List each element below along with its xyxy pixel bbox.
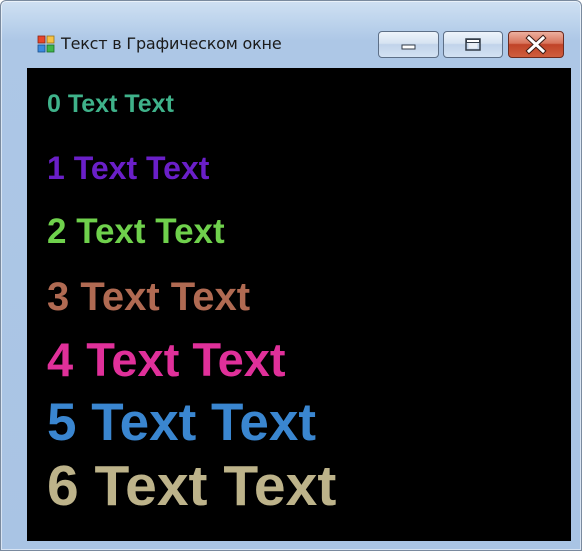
text-line-4: 4 Text Text [47,333,286,386]
close-icon [525,34,547,55]
text-line-3: 3 Text Text [47,275,251,319]
text-line-5: 5 Text Text [47,393,317,452]
window-title: Текст в Графическом окне [61,34,282,53]
app-window: Текст в Графическом окне 0 Text Text 1 T… [0,0,582,551]
maximize-button[interactable] [443,31,503,58]
graphics-canvas: 0 Text Text 1 Text Text 2 Text Text 3 Te… [27,68,571,541]
text-line-0: 0 Text Text [47,90,174,118]
text-line-1: 1 Text Text [47,150,210,186]
text-line-2: 2 Text Text [47,212,225,251]
maximize-icon [465,38,481,51]
app-icon [37,35,55,53]
close-button[interactable] [508,31,564,58]
title-bar[interactable]: Текст в Графическом окне [1,1,581,58]
minimize-button[interactable] [378,31,439,58]
text-line-6: 6 Text Text [47,454,337,518]
minimize-icon [401,44,416,50]
